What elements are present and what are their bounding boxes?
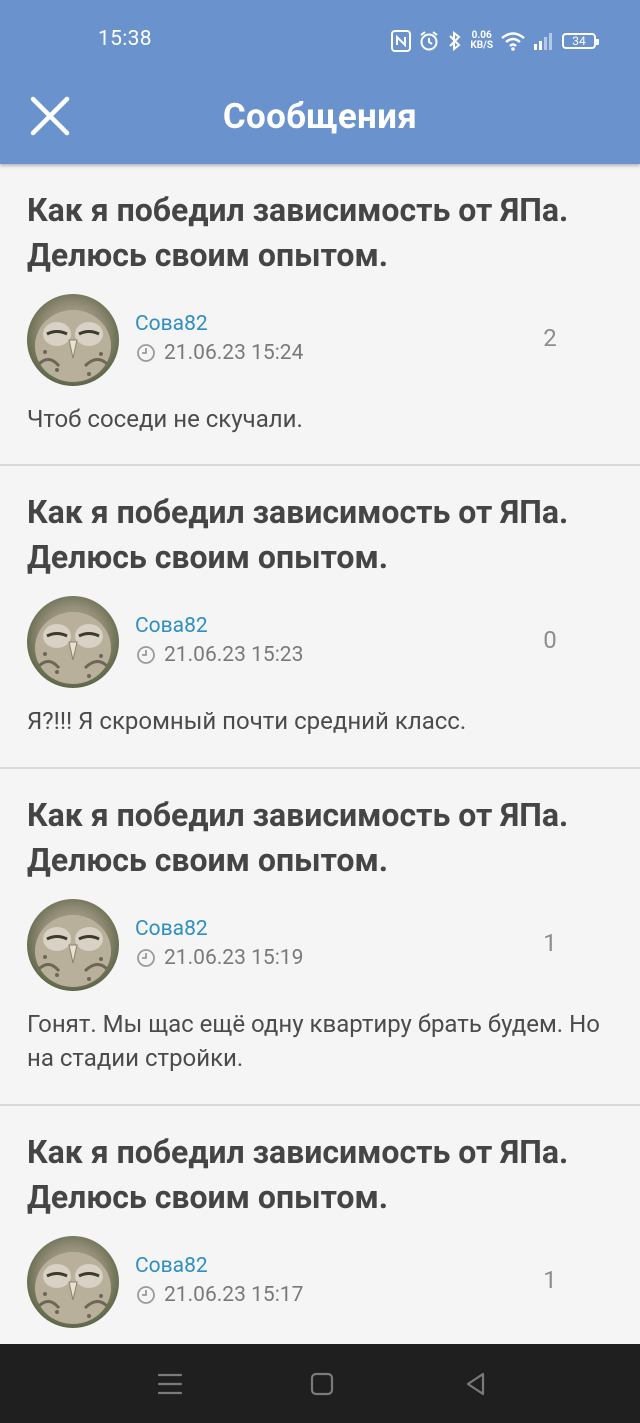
rating-count: 2 bbox=[543, 324, 557, 352]
date-text: 21.06.23 15:19 bbox=[164, 946, 304, 970]
nfc-icon bbox=[391, 30, 412, 52]
author-link[interactable]: Сова82 bbox=[135, 917, 208, 941]
message-card[interactable]: Как я победил зависимость от ЯПа. Делюсь… bbox=[0, 164, 640, 466]
page-title: Сообщения bbox=[222, 96, 418, 137]
status-time: 15:38 bbox=[98, 27, 152, 51]
message-text: Гонят. Мы щас ещё одну квартиру брать бу… bbox=[27, 1010, 600, 1072]
message-text: Я?!!! Я скромный почти средний класс. bbox=[27, 707, 467, 735]
message-date: 21.06.23 15:24 bbox=[136, 341, 303, 365]
message-card[interactable]: Как я победил зависимость от ЯПа. Делюсь… bbox=[0, 1106, 640, 1346]
date-text: 21.06.23 15:24 bbox=[164, 341, 304, 365]
net-speed-unit: KB/S bbox=[470, 40, 493, 51]
back-button[interactable] bbox=[458, 1366, 494, 1402]
rating-count: 1 bbox=[543, 929, 557, 957]
bluetooth-icon bbox=[447, 30, 463, 52]
message-topic-title[interactable]: Как я победил зависимость от ЯПа. Делюсь… bbox=[27, 793, 617, 883]
clock-icon bbox=[136, 645, 156, 665]
battery-level: 34 bbox=[572, 34, 586, 48]
status-bar: 15:38 0.06 KB/S 34 bbox=[0, 0, 640, 82]
app-header: 15:38 0.06 KB/S 34 Сообщения bbox=[0, 0, 640, 164]
author-link[interactable]: Сова82 bbox=[135, 614, 208, 638]
clock-icon bbox=[136, 343, 156, 363]
menu-icon bbox=[157, 1373, 183, 1395]
message-topic-title[interactable]: Как я победил зависимость от ЯПа. Делюсь… bbox=[27, 1130, 617, 1220]
wifi-icon bbox=[500, 30, 526, 52]
message-card[interactable]: Как я победил зависимость от ЯПа. Делюсь… bbox=[0, 769, 640, 1106]
clock-icon bbox=[136, 1285, 156, 1305]
author-link[interactable]: Сова82 bbox=[135, 312, 208, 336]
alarm-icon bbox=[418, 30, 440, 52]
back-icon bbox=[466, 1372, 485, 1396]
message-date: 21.06.23 15:17 bbox=[136, 1283, 303, 1307]
date-text: 21.06.23 15:17 bbox=[164, 1283, 304, 1307]
clock-icon bbox=[136, 948, 156, 968]
message-date: 21.06.23 15:23 bbox=[136, 643, 303, 667]
home-button[interactable] bbox=[304, 1366, 340, 1402]
avatar[interactable] bbox=[27, 596, 119, 688]
date-text: 21.06.23 15:23 bbox=[164, 643, 304, 667]
author-link[interactable]: Сова82 bbox=[135, 1254, 208, 1278]
message-card[interactable]: Как я победил зависимость от ЯПа. Делюсь… bbox=[0, 466, 640, 769]
avatar[interactable] bbox=[27, 1236, 119, 1328]
rating-count: 1 bbox=[543, 1266, 557, 1294]
message-topic-title[interactable]: Как я победил зависимость от ЯПа. Делюсь… bbox=[27, 188, 617, 278]
rating-count: 0 bbox=[543, 626, 557, 654]
net-speed: 0.06 KB/S bbox=[470, 31, 493, 51]
avatar[interactable] bbox=[27, 899, 119, 991]
system-nav-bar bbox=[0, 1344, 640, 1423]
message-text: Чтоб соседи не скучали. bbox=[27, 405, 303, 433]
status-icons: 0.06 KB/S 34 bbox=[391, 28, 599, 54]
message-date: 21.06.23 15:19 bbox=[136, 946, 303, 970]
menu-button[interactable] bbox=[152, 1366, 188, 1402]
message-topic-title[interactable]: Как я победил зависимость от ЯПа. Делюсь… bbox=[27, 490, 617, 580]
battery-icon: 34 bbox=[562, 33, 599, 49]
messages-list: Как я победил зависимость от ЯПа. Делюсь… bbox=[0, 164, 640, 1346]
signal-icon bbox=[533, 31, 555, 51]
avatar[interactable] bbox=[27, 294, 119, 386]
home-icon bbox=[310, 1372, 334, 1396]
